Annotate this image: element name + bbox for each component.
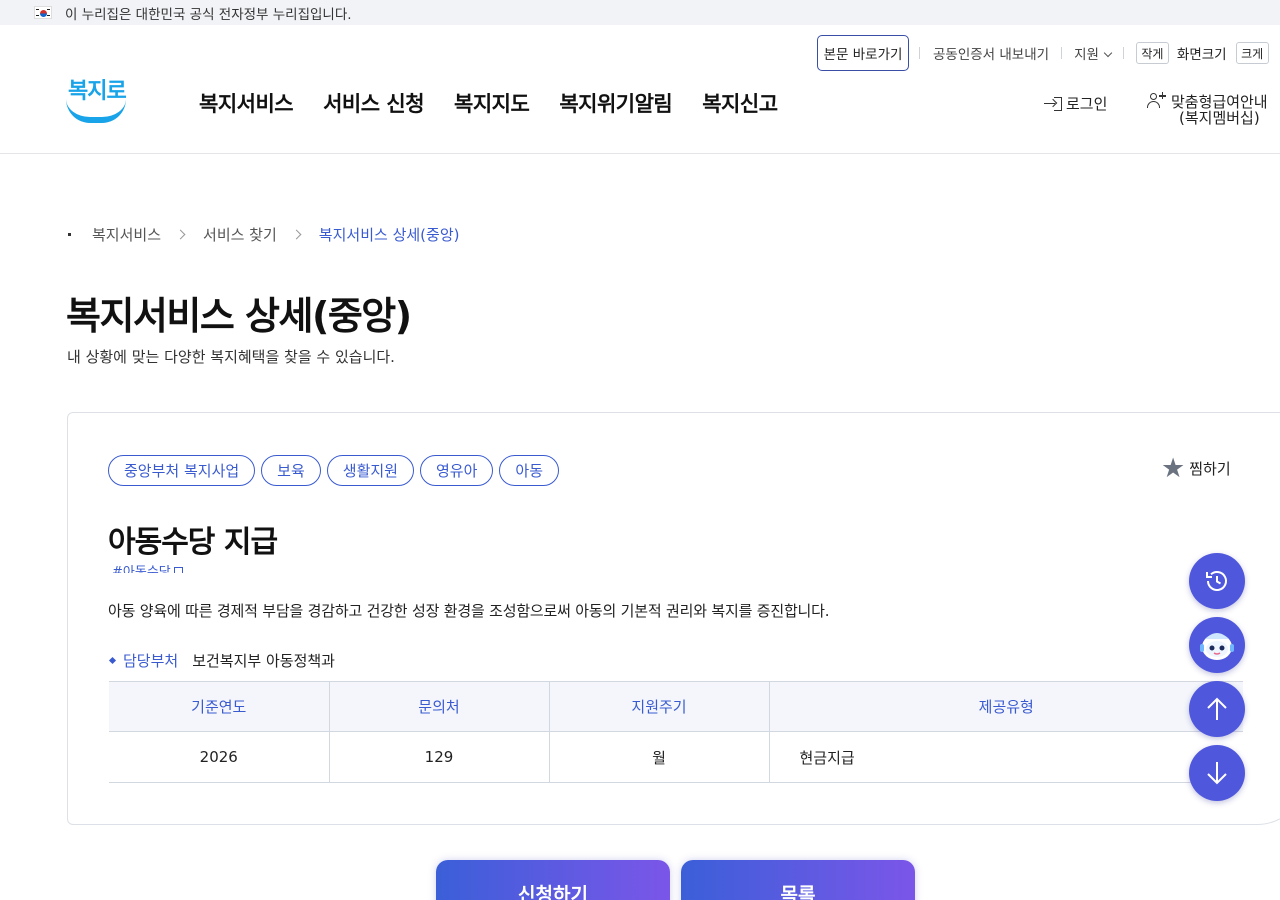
arrow-up-icon: [1207, 697, 1227, 720]
hashtag-link[interactable]: #아동수당: [112, 561, 183, 573]
breadcrumb-item[interactable]: 복지서비스: [92, 224, 161, 245]
chatbot-icon: [1200, 633, 1234, 660]
scroll-top-button[interactable]: [1189, 681, 1245, 737]
service-info-table: 기준연도 문의처 지원주기 제공유형 2026 129 월 현금지급: [109, 681, 1243, 783]
table-cell: 2026: [109, 731, 329, 783]
arrow-down-icon: [1207, 762, 1227, 785]
page-subtitle: 내 상황에 맞는 다양한 복지혜택을 찾을 수 있습니다.: [67, 348, 395, 366]
skip-to-content-link[interactable]: 본문 바로가기: [817, 35, 909, 71]
service-description: 아동 양육에 따른 경제적 부담을 경감하고 건강한 성장 환경을 조성함으로써…: [108, 602, 830, 620]
table-header: 문의처: [328, 681, 549, 732]
nav-item-welfare-report[interactable]: 복지신고: [702, 88, 778, 118]
table-header-row: 기준연도 문의처 지원주기 제공유형: [109, 681, 1243, 732]
site-header: 본문 바로가기 공동인증서 내보내기 지원 작게 화면크기 크게 복지로 복지서…: [0, 25, 1280, 154]
star-icon: ★: [1161, 453, 1186, 484]
table-cell: 현금지급: [768, 731, 1243, 783]
tag-list: 중앙부처 복지사업 보육 생활지원 영유아 아동: [108, 455, 559, 486]
login-icon: [1044, 96, 1062, 112]
table-header: 제공유형: [768, 681, 1243, 732]
tag[interactable]: 생활지원: [326, 455, 414, 486]
home-dot-icon: [68, 233, 71, 236]
service-title: 아동수당 지급: [108, 525, 278, 560]
font-large-button[interactable]: 크게: [1235, 42, 1269, 64]
font-small-button[interactable]: 작게: [1135, 42, 1169, 64]
chevron-down-icon: [1103, 48, 1113, 58]
breadcrumb: 복지서비스 서비스 찾기 복지서비스 상세(중앙): [68, 224, 459, 245]
nav-item-welfare-service[interactable]: 복지서비스: [199, 88, 294, 118]
nav-item-welfare-map[interactable]: 복지지도: [454, 88, 530, 118]
service-card: 중앙부처 복지사업 보육 생활지원 영유아 아동 ★ 찜하기 아동수당 지급 #…: [67, 412, 1280, 825]
site-logo[interactable]: 복지로: [66, 73, 127, 125]
membership-link[interactable]: 맞춤형급여안내 (복지멤버십): [1147, 92, 1268, 126]
nav-item-crisis-alert[interactable]: 복지위기알림: [559, 88, 672, 118]
list-button[interactable]: 목록: [681, 860, 915, 900]
user-add-icon: [1147, 92, 1167, 109]
history-icon: [1206, 571, 1227, 591]
main-nav: 복지서비스 서비스 신청 복지지도 복지위기알림 복지신고: [199, 88, 808, 118]
table-cell: 129: [328, 731, 549, 783]
table-header: 기준연도: [109, 681, 329, 732]
nav-item-service-apply[interactable]: 서비스 신청: [323, 88, 424, 118]
tag[interactable]: 영유아: [419, 455, 494, 486]
chevron-right-icon: [291, 229, 302, 240]
scroll-bottom-button[interactable]: [1189, 745, 1245, 801]
gov-banner-text: 이 누리집은 대한민국 공식 전자정부 누리집입니다.: [65, 6, 352, 23]
external-link-icon: [173, 567, 183, 573]
table-header: 지원주기: [548, 681, 769, 732]
korea-flag-icon: [34, 6, 52, 19]
department-value: 보건복지부 아동정책과: [192, 652, 335, 670]
gov-banner: 이 누리집은 대한민국 공식 전자정부 누리집입니다.: [0, 0, 1280, 25]
support-menu[interactable]: 지원: [1074, 43, 1113, 63]
tag[interactable]: 보육: [261, 455, 321, 486]
tag[interactable]: 아동: [499, 455, 559, 486]
table-cell: 월: [548, 731, 769, 783]
tag[interactable]: 중앙부처 복지사업: [108, 455, 256, 486]
login-link[interactable]: 로그인: [1044, 93, 1107, 114]
cert-export-link[interactable]: 공동인증서 내보내기: [933, 43, 1049, 63]
font-size-label: 화면크기: [1176, 47, 1227, 63]
department-label: 담당부처: [123, 652, 179, 670]
recent-history-button[interactable]: [1189, 553, 1245, 609]
department-row: 담당부처 보건복지부 아동정책과: [108, 650, 335, 671]
page-title: 복지서비스 상세(중앙): [66, 294, 412, 338]
breadcrumb-current: 복지서비스 상세(중앙): [318, 226, 460, 244]
logo-smile-icon: [66, 99, 126, 123]
utility-bar: 본문 바로가기 공동인증서 내보내기 지원 작게 화면크기 크게: [817, 35, 1269, 71]
apply-button[interactable]: 신청하기: [436, 860, 670, 900]
chatbot-button[interactable]: [1189, 617, 1245, 673]
table-row: 2026 129 월 현금지급: [109, 731, 1243, 783]
chevron-right-icon: [175, 229, 186, 240]
favorite-button[interactable]: ★ 찜하기: [1161, 455, 1231, 482]
breadcrumb-item[interactable]: 서비스 찾기: [203, 224, 277, 245]
diamond-bullet-icon: [108, 656, 117, 665]
